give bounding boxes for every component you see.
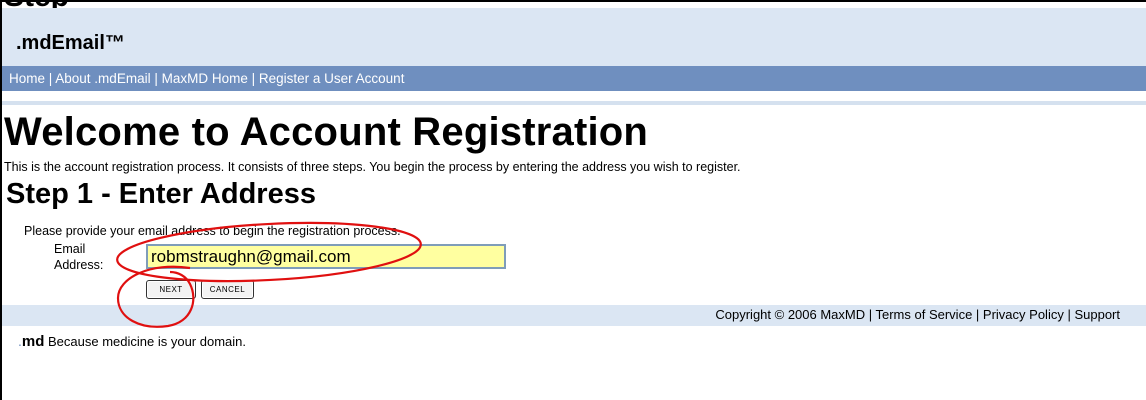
cropped-heading-text: Step	[4, 0, 69, 8]
tagline-text: Because medicine is your domain.	[44, 334, 246, 349]
nav-link-about[interactable]: About .mdEmail	[55, 71, 150, 86]
site-header	[2, 8, 1146, 66]
instruction-text: Please provide your email address to beg…	[24, 224, 401, 238]
intro-text: This is the account registration process…	[4, 160, 741, 174]
next-button[interactable]: NEXT	[146, 280, 196, 299]
nav-separator: |	[45, 71, 56, 86]
nav-link-maxmd-home[interactable]: MaxMD Home	[162, 71, 248, 86]
site-brand: .mdEmail™	[16, 32, 125, 54]
cropped-heading-fragment: Step	[0, 0, 140, 8]
nav-link-register[interactable]: Register a User Account	[259, 71, 405, 86]
nav-separator: |	[150, 71, 162, 86]
footer-link-privacy[interactable]: Privacy Policy	[983, 307, 1064, 322]
footer-separator: |	[972, 307, 983, 322]
email-field[interactable]	[146, 244, 506, 269]
nav-separator: |	[247, 71, 259, 86]
step-title: Step 1 - Enter Address	[6, 178, 316, 210]
header-divider	[2, 101, 1146, 105]
cancel-button[interactable]: CANCEL	[201, 280, 254, 299]
footer-separator: |	[1063, 307, 1075, 322]
tagline: .md Because medicine is your domain.	[18, 333, 246, 350]
md-logo: md	[21, 333, 45, 350]
footer-link-support[interactable]: Support	[1074, 307, 1120, 322]
email-label-line: Address:	[54, 258, 104, 272]
footer-separator: |	[865, 307, 876, 322]
email-label-line: Email	[54, 242, 86, 256]
nav-link-home[interactable]: Home	[9, 71, 45, 86]
page-title: Welcome to Account Registration	[4, 110, 649, 154]
footer-links: Copyright © 2006 MaxMD | Terms of Servic…	[715, 307, 1120, 322]
top-nav: Home | About .mdEmail | MaxMD Home | Reg…	[2, 66, 1146, 91]
copyright-text: Copyright © 2006 MaxMD	[715, 307, 866, 322]
footer-link-terms[interactable]: Terms of Service	[876, 307, 973, 322]
email-field-label: Email Address:	[54, 241, 124, 273]
